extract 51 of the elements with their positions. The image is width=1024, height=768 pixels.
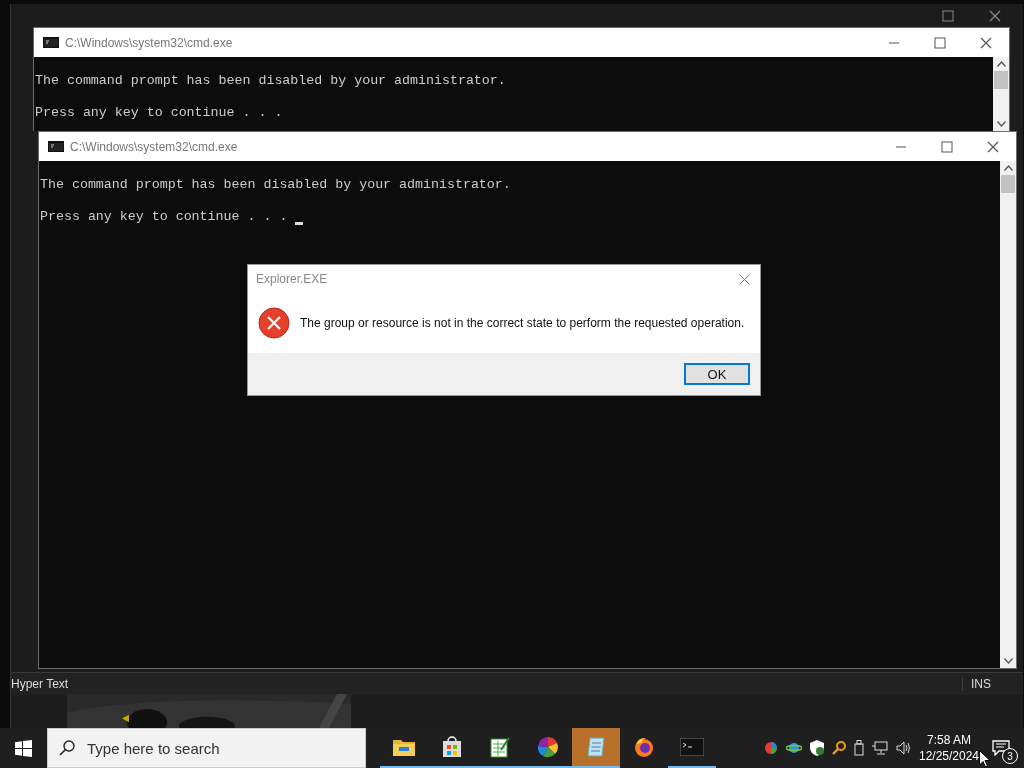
close-icon[interactable] (987, 140, 999, 153)
mouse-pointer-icon (979, 750, 991, 768)
console-icon (48, 141, 64, 152)
speaker-icon[interactable] (896, 741, 912, 755)
scroll-thumb[interactable] (994, 71, 1008, 89)
notepad-icon (585, 736, 607, 758)
dialog-title: Explorer.EXE (256, 272, 329, 286)
network-icon[interactable] (872, 741, 888, 755)
status-text: INS (962, 677, 991, 691)
window-title: C:\Windows\system32\cmd.exe (70, 139, 239, 154)
notification-count: 3 (1002, 748, 1018, 764)
console-line: Press any key to continue . . . (35, 105, 283, 121)
error-message: The group or resource is not in the correct state to perform the requested operation. (300, 316, 745, 330)
scroll-thumb[interactable] (1001, 175, 1015, 193)
ok-button[interactable]: OK (684, 363, 750, 385)
scrollbar[interactable] (993, 57, 1009, 131)
clock[interactable]: 7:58 AM 12/25/2024 (920, 732, 978, 764)
store-bag-icon (441, 736, 463, 758)
spreadsheet-icon (489, 736, 511, 758)
terminal-icon (680, 738, 704, 756)
clock-time: 7:58 AM (927, 732, 971, 748)
search-field[interactable]: Type here to search (47, 728, 366, 768)
scroll-up-icon[interactable] (1003, 165, 1013, 171)
windows-logo-icon[interactable] (15, 739, 32, 757)
maximize-icon[interactable] (942, 10, 954, 22)
clock-date: 12/25/2024 (918, 748, 980, 764)
console-icon (43, 37, 59, 48)
close-icon[interactable] (739, 273, 750, 285)
scroll-down-icon[interactable] (996, 121, 1006, 127)
status-text: Hyper Text (11, 677, 69, 691)
color-ball-icon[interactable] (764, 741, 778, 755)
scroll-up-icon[interactable] (996, 61, 1006, 67)
error-icon (258, 307, 290, 339)
console-line: Press any key to continue . . . (40, 209, 288, 225)
folder-icon (393, 738, 415, 756)
maximize-icon[interactable] (934, 36, 946, 49)
scroll-down-icon[interactable] (1003, 658, 1013, 664)
close-icon[interactable] (989, 10, 1001, 22)
firefox-icon (633, 736, 655, 758)
search-icon (59, 740, 75, 756)
window-title: C:\Windows\system32\cmd.exe (65, 35, 234, 50)
console-line: The command prompt has been disabled by your administrator. (40, 177, 511, 193)
globe-icon[interactable] (786, 741, 802, 755)
shield-icon[interactable] (810, 740, 824, 756)
close-icon[interactable] (980, 36, 992, 49)
maximize-icon[interactable] (941, 140, 953, 153)
color-wheel-icon (537, 736, 559, 758)
usb-drive-icon[interactable] (854, 740, 864, 756)
search-icon[interactable] (832, 741, 846, 755)
scrollbar[interactable] (1000, 161, 1016, 668)
console-line: The command prompt has been disabled by your administrator. (35, 73, 506, 89)
